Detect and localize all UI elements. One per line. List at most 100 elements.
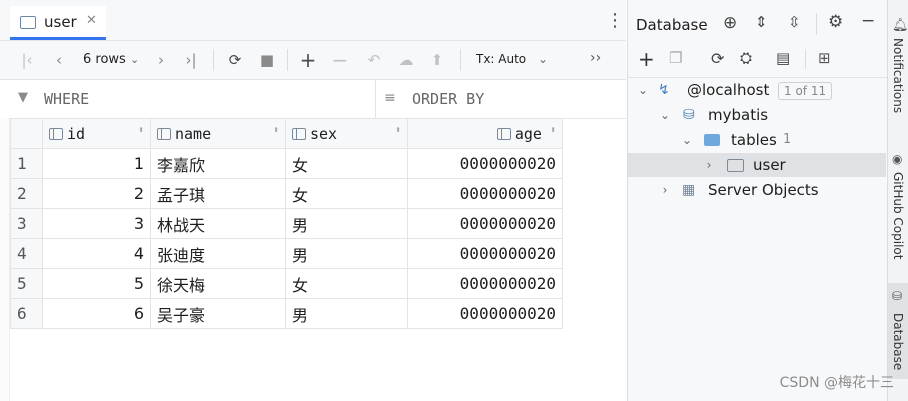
add-row-icon[interactable]: + [299, 50, 317, 70]
previous-page-icon[interactable]: ‹ [50, 51, 68, 69]
cell-sex[interactable]: 女 [285, 148, 408, 179]
preview-changes-icon[interactable]: ☁ [397, 51, 415, 69]
table-row[interactable]: 4 4 张迪度 男 0000000020 [10, 238, 563, 269]
column-header-age[interactable]: age ⬍ [407, 118, 563, 149]
panel-title: Database [636, 16, 708, 34]
cell-age[interactable]: 0000000020 [407, 208, 563, 239]
first-page-icon[interactable]: |‹ [18, 51, 36, 69]
cell-id[interactable]: 3 [42, 208, 151, 239]
column-header-name[interactable]: name ⬍ [150, 118, 286, 149]
database-icon: ⛁ [892, 289, 903, 303]
cell-id[interactable]: 5 [42, 268, 151, 299]
next-page-icon[interactable]: › [152, 51, 170, 69]
table-row[interactable]: 6 6 吴子豪 男 0000000020 [10, 298, 563, 329]
schema-settings-icon[interactable]: ⛭ [740, 49, 752, 67]
chevron-right-icon[interactable]: › [658, 178, 672, 202]
rows-selector[interactable]: 6 rows ⌄ [83, 52, 139, 67]
table-row[interactable]: 2 2 孟子琪 女 0000000020 [10, 178, 563, 209]
copilot-tab[interactable]: GitHub Copilot [891, 172, 905, 259]
toolbar-divider [213, 49, 214, 71]
more-options-icon[interactable]: ⋮ [606, 10, 624, 31]
table-view-icon[interactable]: ⊞ [818, 49, 831, 67]
cell-age[interactable]: 0000000020 [407, 268, 563, 299]
refresh-icon[interactable]: ⟳ [226, 51, 244, 69]
cell-name[interactable]: 李嘉欣 [150, 148, 286, 179]
schema-icon: ⛁ [683, 107, 695, 123]
notifications-tab[interactable]: Notifications [891, 38, 905, 113]
tree-item-localhost[interactable]: ⌄ ↯ @localhost 1 of 11 [628, 78, 886, 102]
row-number: 4 [10, 238, 43, 269]
cell-name[interactable]: 张迪度 [150, 238, 286, 269]
toolbar-overflow-icon[interactable]: ›› [590, 50, 601, 66]
editor-tab-strip: user ✕ ⋮ [0, 0, 626, 41]
submit-icon[interactable]: ⬆ [428, 51, 446, 69]
delete-row-icon[interactable]: − [331, 50, 349, 70]
filter-bar: ▼ WHERE ≡ ORDER BY [0, 80, 626, 119]
tab-user[interactable]: user ✕ [10, 6, 106, 40]
tree-item-server-objects[interactable]: › ▦ Server Objects [628, 178, 886, 202]
chevron-down-icon[interactable]: ⌄ [636, 78, 650, 102]
cell-id[interactable]: 6 [42, 298, 151, 329]
cell-id[interactable]: 2 [42, 178, 151, 209]
watermark: CSDN @梅花十三 [779, 375, 894, 391]
cell-age[interactable]: 0000000020 [407, 238, 563, 269]
revert-icon[interactable]: ↶ [365, 51, 383, 69]
chevron-right-icon[interactable]: › [702, 153, 716, 177]
sort-arrows-icon[interactable]: ⬍ [550, 125, 556, 136]
database-toolbar: + ❐ ⟳ ⛭ ▤ ⊞ [628, 41, 888, 78]
cell-age[interactable]: 0000000020 [407, 298, 563, 329]
cell-sex[interactable]: 男 [285, 208, 408, 239]
sort-arrows-icon[interactable]: ⬍ [273, 125, 279, 136]
close-icon[interactable]: ✕ [86, 13, 97, 28]
tree-item-mybatis[interactable]: ⌄ ⛁ mybatis [628, 103, 886, 127]
cell-id[interactable]: 4 [42, 238, 151, 269]
add-icon[interactable]: + [638, 47, 655, 71]
expand-all-icon[interactable]: ⇕ [755, 13, 768, 31]
copy-icon[interactable]: ❐ [669, 49, 682, 67]
cell-sex[interactable]: 男 [285, 238, 408, 269]
column-header-id[interactable]: id ⬍ [42, 118, 151, 149]
tree-item-tables[interactable]: ⌄ tables 1 [628, 128, 886, 152]
stop-icon[interactable]: ■ [258, 51, 276, 69]
sort-arrows-icon[interactable]: ⬍ [395, 125, 401, 136]
table-icon [727, 159, 744, 172]
database-panel: Database ⊕ ⇕ ⇳ ⚙ − + ❐ ⟳ ⛭ ▤ ⊞ ⌄ ↯ @loca… [627, 0, 888, 401]
cell-age[interactable]: 0000000020 [407, 178, 563, 209]
row-number: 2 [10, 178, 43, 209]
column-name: id [67, 124, 86, 143]
table-row[interactable]: 1 1 李嘉欣 女 0000000020 [10, 148, 563, 179]
last-page-icon[interactable]: ›| [182, 51, 200, 69]
cell-name[interactable]: 孟子琪 [150, 178, 286, 209]
toolbar-divider [805, 49, 806, 69]
refresh-icon[interactable]: ⟳ [711, 49, 724, 68]
chevron-down-icon[interactable]: ⌄ [658, 103, 672, 127]
cell-sex[interactable]: 男 [285, 298, 408, 329]
table-row[interactable]: 5 5 徐天梅 女 0000000020 [10, 268, 563, 299]
minimize-icon[interactable]: − [861, 11, 875, 31]
copilot-icon[interactable]: ◉ [892, 152, 902, 166]
sort-arrows-icon[interactable]: ⬍ [138, 125, 144, 136]
database-tab[interactable]: ⛁ Database [888, 283, 908, 379]
tx-mode-selector[interactable]: Tx: Auto ⌄ [476, 52, 548, 66]
order-by-filter[interactable]: ≡ ORDER BY [376, 80, 626, 118]
tree-item-user[interactable]: › user [628, 153, 886, 177]
bell-icon[interactable]: 🔔︎ [892, 18, 908, 33]
cell-sex[interactable]: 女 [285, 268, 408, 299]
cell-name[interactable]: 吴子豪 [150, 298, 286, 329]
target-icon[interactable]: ⊕ [723, 13, 737, 33]
row-number-header [10, 118, 43, 149]
database-icon[interactable]: ▤ [776, 49, 790, 67]
gear-icon[interactable]: ⚙ [828, 12, 843, 32]
schema-label: mybatis [708, 106, 769, 124]
chevron-down-icon[interactable]: ⌄ [680, 128, 694, 152]
column-header-sex[interactable]: sex ⬍ [285, 118, 408, 149]
folder-icon [704, 134, 720, 146]
cell-name[interactable]: 徐天梅 [150, 268, 286, 299]
collapse-all-icon[interactable]: ⇳ [788, 13, 801, 31]
table-row[interactable]: 3 3 林战天 男 0000000020 [10, 208, 563, 239]
cell-name[interactable]: 林战天 [150, 208, 286, 239]
where-filter[interactable]: ▼ WHERE [0, 80, 376, 118]
cell-sex[interactable]: 女 [285, 178, 408, 209]
cell-id[interactable]: 1 [42, 148, 151, 179]
cell-age[interactable]: 0000000020 [407, 148, 563, 179]
